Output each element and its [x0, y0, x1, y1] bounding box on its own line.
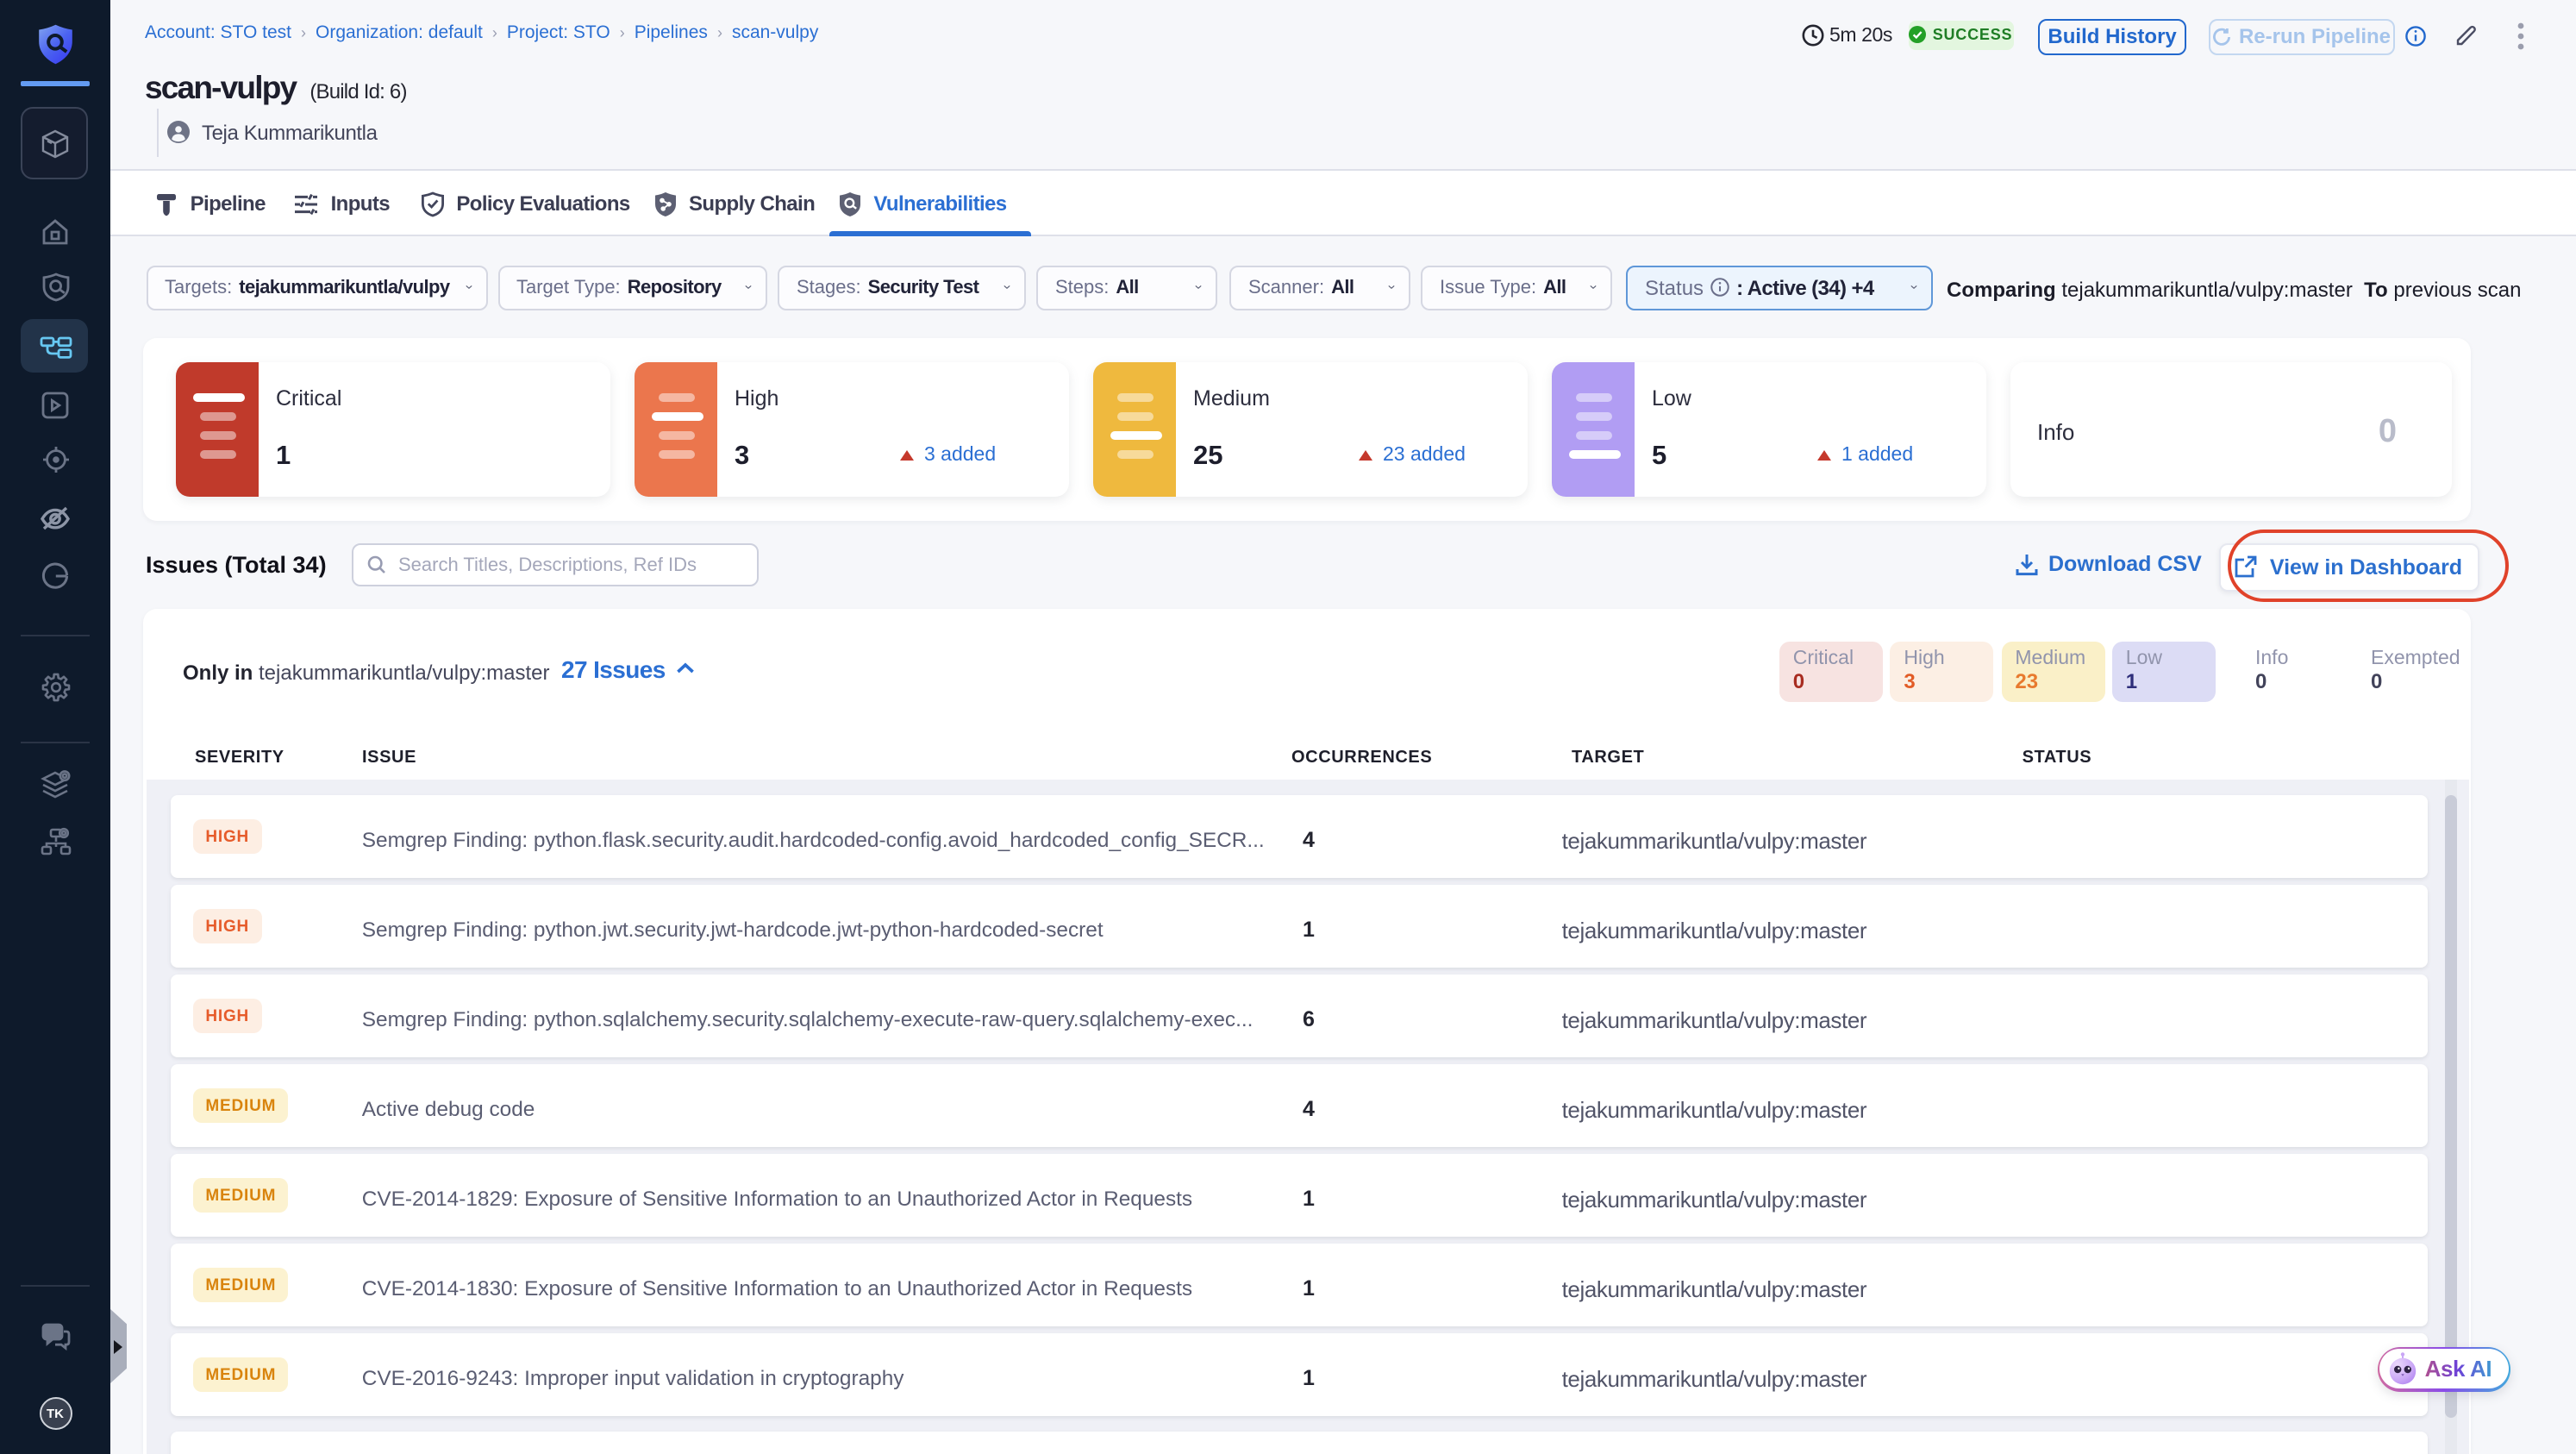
svg-text:?: ?: [47, 1326, 55, 1339]
